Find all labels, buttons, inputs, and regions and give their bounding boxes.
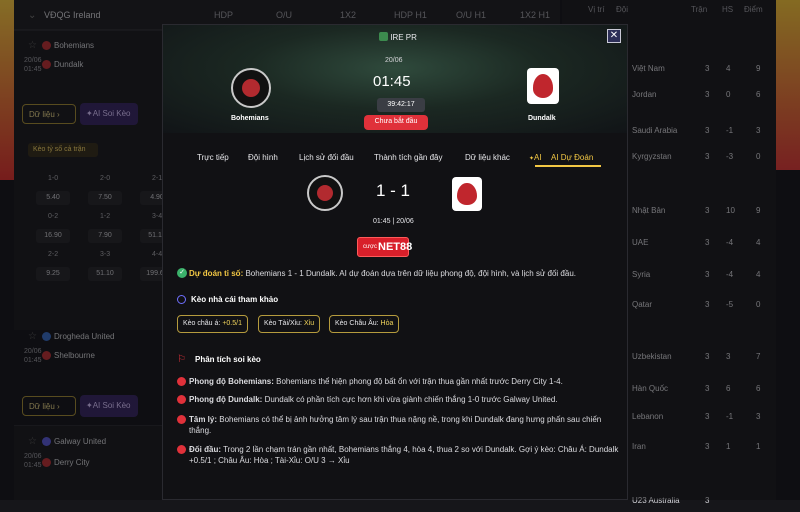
prediction-line: Dự đoán tỉ số: Bohemians 1 - 1 Dundalk. … [189,269,576,278]
check-icon: ✓ [177,268,187,278]
analysis-item: Đối đầu: Trong 2 lần chạm trán gần nhất,… [189,445,619,465]
net88-ad-banner[interactable]: cược NET88 [357,237,412,257]
away-team-name: Dundalk [528,115,556,122]
bohemians-logo [231,68,271,108]
analysis-item: Tâm lý: Bohemians có thể bị ảnh hưởng tâ… [189,415,602,435]
ball-icon [177,377,186,386]
tab-ai-prediction[interactable]: AI Dự Đoán [551,153,593,162]
dundalk-logo [527,68,559,104]
league-flag-icon [379,32,388,41]
tab-head-to-head[interactable]: Lịch sử đối đầu [299,153,354,162]
league-label: IRE PR [379,32,417,42]
status-badge: Chưa bắt đầu [364,115,428,130]
tab-other-data[interactable]: Dữ liệu khác [465,153,510,162]
odds-icon [177,295,186,304]
countdown: 39:42:17 [377,98,425,112]
analysis-title: Phân tích soi kèo [195,355,261,364]
analysis-icon: ⚐ [177,354,186,365]
kickoff-label: 01:45 | 20/06 [373,218,414,225]
match-time: 01:45 [373,73,411,90]
tab-recent-form[interactable]: Thành tích gần đây [374,153,443,162]
analysis-item: Phong độ Bohemians: Bohemians thể hiện p… [189,377,563,386]
ai-sparkle-icon: ✦AI [529,153,542,162]
odds-title: Kèo nhà cái tham khảo [191,295,279,304]
predicted-score: 1 - 1 [376,181,411,200]
active-tab-underline [535,165,601,167]
odds-chip-over-under[interactable]: Kèo Tài/Xỉu: Xỉu [258,315,321,333]
analysis-item: Phong độ Dundalk: Dundalk có phần tích c… [189,395,558,404]
home-team-name: Bohemians [231,115,269,122]
odds-chip-asian[interactable]: Kèo châu á: +0.5/1 [177,315,248,333]
close-button[interactable]: ✕ [607,29,621,43]
odds-chip-european[interactable]: Kèo Châu Âu: Hòa [329,315,400,333]
tab-lineup[interactable]: Đội hình [248,153,278,162]
ball-icon [177,445,186,454]
ball-icon [177,415,186,424]
match-detail-modal: ✕ IRE PR 20/06 01:45 39:42:17 Chưa bắt đ… [162,24,628,500]
match-date: 20/06 [385,57,403,64]
ball-icon [177,395,186,404]
dundalk-logo [452,177,482,211]
bohemians-logo [307,175,343,211]
tab-live[interactable]: Trực tiếp [197,153,229,162]
